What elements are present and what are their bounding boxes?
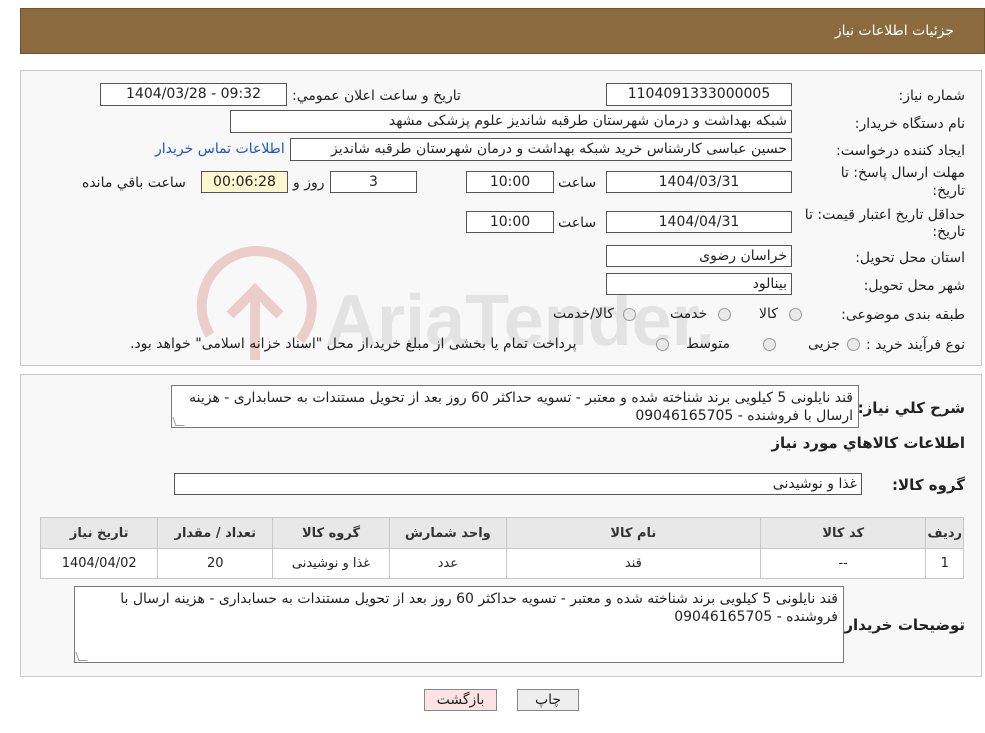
need-number-label: شماره نیاز: <box>898 88 966 104</box>
table-header-row: ردیف کد کالا نام کالا واحد شمارش گروه کا… <box>39 517 964 549</box>
announce-datetime-field[interactable]: 1404/03/28 - 09:32 <box>100 83 287 106</box>
print-button[interactable]: چاپ <box>517 689 579 711</box>
deadline-date-field[interactable]: 1404/03/31 <box>606 171 792 193</box>
announce-label: تاریخ و ساعت اعلان عمومي: <box>292 88 461 104</box>
cell-goods-code: -- <box>759 548 927 579</box>
city-field[interactable]: بینالود <box>606 273 792 295</box>
col-row-number: ردیف <box>925 517 964 549</box>
validity-time-label: ساعت <box>558 215 597 231</box>
col-quantity: تعداد / مقدار <box>157 517 274 549</box>
category-radio-service[interactable] <box>718 308 731 321</box>
purchase-option-minor: جزیی <box>808 336 840 352</box>
col-need-date: تاریخ نیاز <box>39 517 159 549</box>
cell-goods-group: غذا و نوشیدنی <box>272 548 390 579</box>
buyer-notes-label: توضیحات خریدار: <box>838 616 965 634</box>
goods-info-title: اطلاعات کالاهاي مورد نیاز <box>771 434 965 452</box>
validity-date-field[interactable]: 1404/04/31 <box>606 211 792 233</box>
city-label: شهر محل تحویل: <box>863 278 965 294</box>
purchase-radio-minor[interactable] <box>847 338 860 351</box>
description-textarea[interactable]: قند نایلونی 5 کیلویی برند شناخته شده و م… <box>171 385 859 428</box>
purchase-note: پرداخت تمام یا بخشی از مبلغ خرید،از محل … <box>130 336 577 352</box>
cell-goods-name: قند <box>505 548 761 579</box>
page-header: جزئیات اطلاعات نیاز <box>20 8 985 54</box>
validity-time-field[interactable]: 10:00 <box>466 211 554 233</box>
category-option-goods: کالا <box>759 306 778 322</box>
back-button[interactable]: بازگشت <box>424 689 497 711</box>
purchase-radio-medium[interactable] <box>763 338 776 351</box>
buyer-org-field[interactable]: شبکه بهداشت و درمان شهرستان طرقبه شاندیز… <box>230 110 792 133</box>
province-field[interactable]: خراسان رضوی <box>606 245 792 267</box>
page-title: جزئیات اطلاعات نیاز <box>834 23 954 39</box>
category-option-service: خدمت <box>670 306 708 322</box>
category-label: طبقه بندی موضوعی: <box>841 307 965 323</box>
province-label: استان محل تحویل: <box>855 250 965 266</box>
col-goods-group: گروه کالا <box>272 517 390 549</box>
purchase-option-medium: متوسط <box>686 336 730 352</box>
time-remaining-label: ساعت باقي مانده <box>82 175 186 191</box>
buyer-contact-link[interactable]: اطلاعات تماس خریدار <box>155 141 285 157</box>
cell-unit: عدد <box>388 548 507 579</box>
days-label: روز و <box>293 175 325 191</box>
cell-row-number: 1 <box>925 548 964 579</box>
col-goods-name: نام کالا <box>505 517 761 549</box>
deadline-time-label: ساعت <box>558 175 597 191</box>
col-unit: واحد شمارش <box>388 517 507 549</box>
goods-table: ردیف کد کالا نام کالا واحد شمارش گروه کا… <box>39 517 964 579</box>
buyer-notes-text: قند نایلونی 5 کیلویی برند شناخته شده و م… <box>120 591 838 625</box>
time-remaining-field: 00:06:28 <box>201 171 288 193</box>
description-text: قند نایلونی 5 کیلویی برند شناخته شده و م… <box>189 390 853 424</box>
creator-label: ایجاد کننده درخواست: <box>836 143 965 159</box>
goods-group-label: گروه کالا: <box>892 476 965 494</box>
cell-need-date: 1404/04/02 <box>39 548 159 579</box>
creator-field[interactable]: حسین عباسی کارشناس خرید شبکه بهداشت و در… <box>290 138 792 161</box>
days-remaining-field[interactable]: 3 <box>330 171 417 193</box>
deadline-time-field[interactable]: 10:00 <box>466 171 554 193</box>
need-number-field[interactable]: 1104091333000005 <box>606 83 792 106</box>
resize-grip-icon[interactable] <box>172 417 185 426</box>
buyer-notes-textarea[interactable]: قند نایلونی 5 کیلویی برند شناخته شده و م… <box>74 586 844 663</box>
description-label: شرح کلي نیاز: <box>857 399 965 417</box>
category-radio-goods-service[interactable] <box>623 308 636 321</box>
buyer-org-label: نام دستگاه خریدار: <box>854 116 965 132</box>
purchase-type-label: نوع فرآیند خرید : <box>866 337 965 353</box>
goods-group-field[interactable]: غذا و نوشیدنی <box>174 473 862 495</box>
col-goods-code: کد کالا <box>759 517 927 549</box>
cell-quantity: 20 <box>157 548 274 579</box>
category-radio-goods[interactable] <box>789 308 802 321</box>
price-validity-label-date: تاریخ: <box>932 224 965 240</box>
deadline-label-date: تاریخ: <box>932 183 965 199</box>
price-validity-label: حداقل تاریخ اعتبار قیمت: تا <box>804 207 965 223</box>
table-row[interactable]: 1 -- قند عدد غذا و نوشیدنی 20 1404/04/02 <box>39 548 964 579</box>
resize-grip-icon[interactable] <box>75 652 88 661</box>
treasury-checkbox[interactable] <box>656 338 669 351</box>
category-option-goods-service: کالا/خدمت <box>553 306 614 322</box>
deadline-label: مهلت ارسال پاسخ: تا <box>840 165 965 181</box>
